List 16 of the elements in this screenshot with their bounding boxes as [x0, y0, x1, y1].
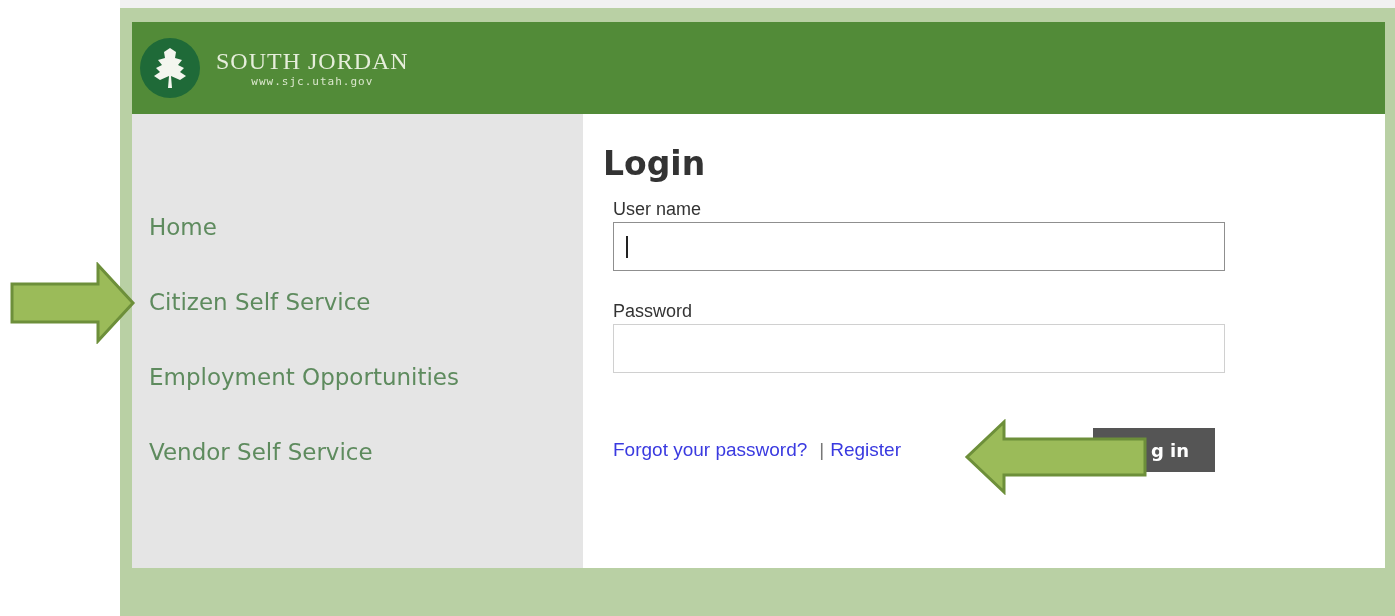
sidebar-link[interactable]: Home — [149, 211, 217, 243]
forgot-password-link[interactable]: Forgot your password? — [613, 439, 808, 461]
sidebar-link[interactable]: Citizen Self Service — [149, 286, 371, 318]
field-label: User name — [613, 199, 703, 220]
sidebar-link[interactable]: Vendor Self Service — [149, 436, 373, 468]
sidebar-link[interactable]: Employment Opportunities — [149, 361, 459, 393]
tree-logo-icon — [140, 38, 200, 98]
input-field[interactable] — [613, 324, 1225, 373]
field-label: Password — [613, 301, 694, 322]
logo-title: SOUTH JORDAN — [216, 48, 409, 75]
login-title: Login — [603, 144, 707, 183]
text-cursor — [626, 235, 628, 258]
link-separator: | — [819, 439, 825, 461]
register-link[interactable]: Register — [830, 439, 901, 461]
logo-url: www.sjc.utah.gov — [251, 75, 374, 88]
input-field[interactable] — [613, 222, 1225, 271]
